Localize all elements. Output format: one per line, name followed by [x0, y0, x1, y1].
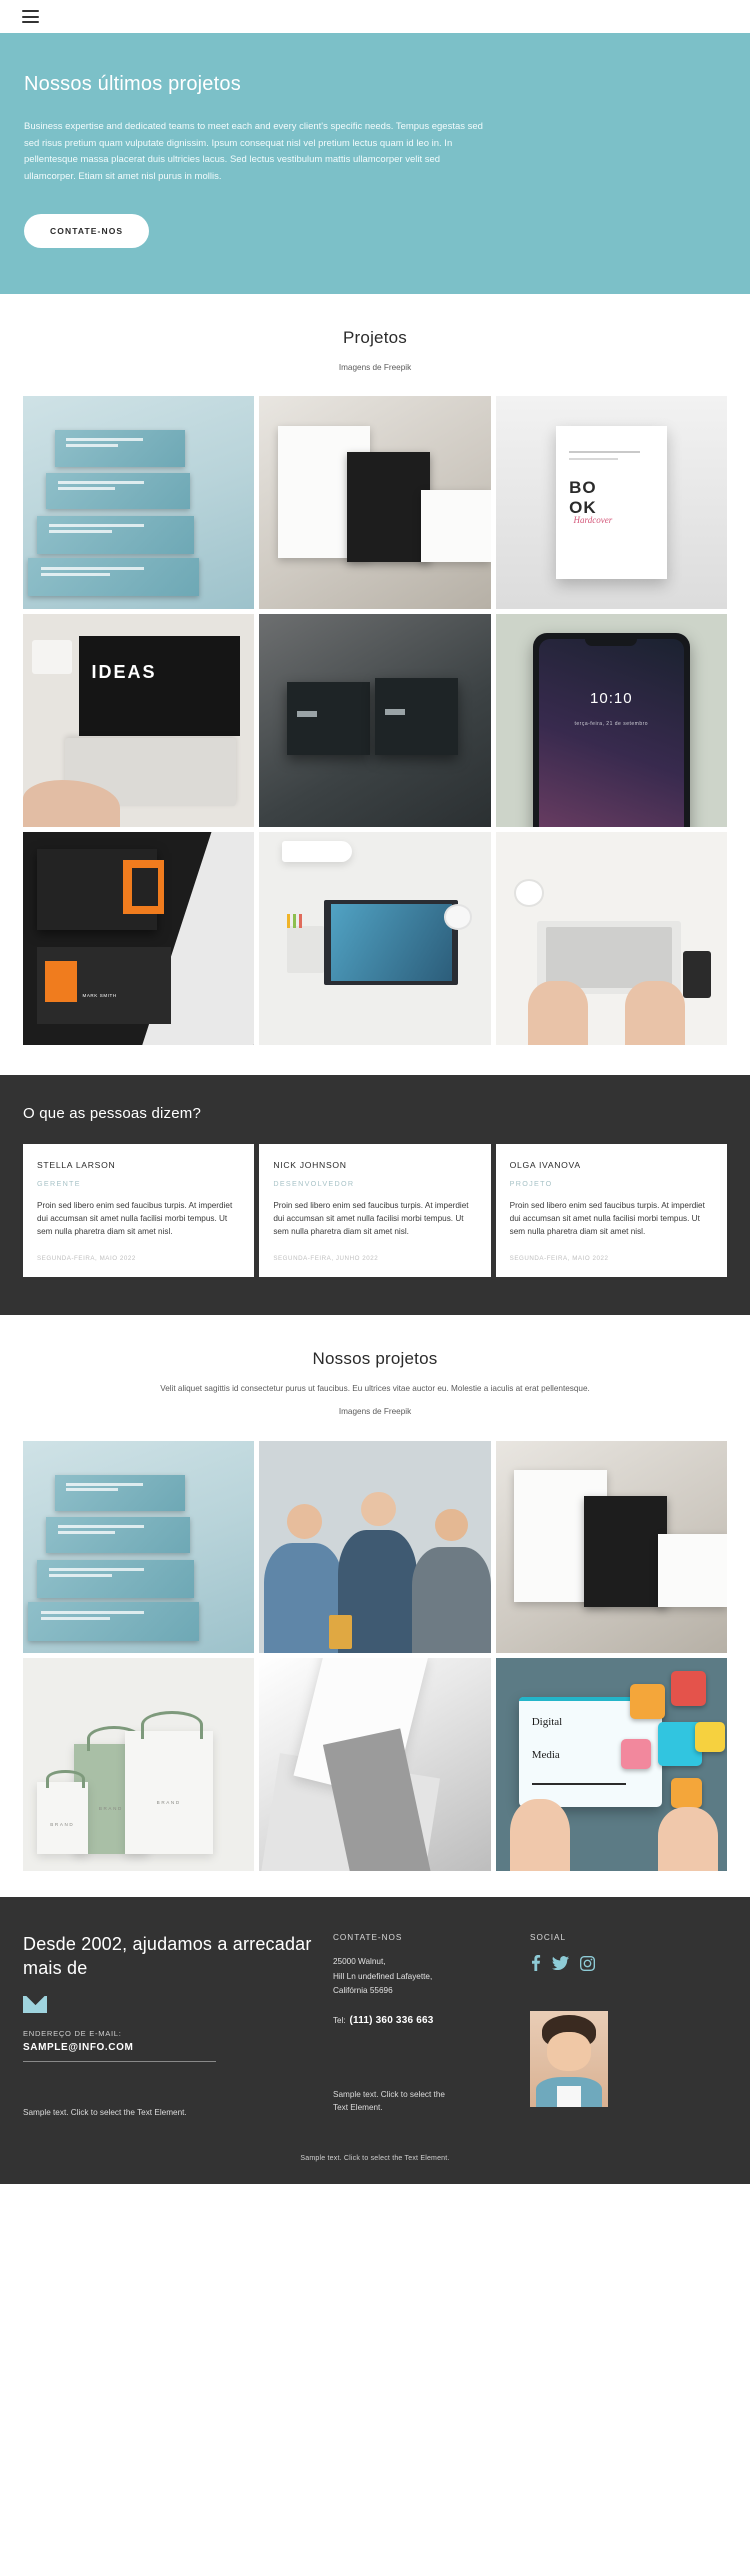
footer-address-line-1: 25000 Walnut,	[333, 1957, 386, 1967]
contact-us-button[interactable]: CONTATE-NOS	[24, 213, 150, 248]
footer-contact-column: CONTATE-NOS 25000 Walnut, Hill Ln undefi…	[333, 1933, 530, 2119]
testimonial-date: SEGUNDA-FEIRA, JUNHO 2022	[273, 1254, 379, 1262]
team-meeting-photo-art	[259, 1440, 491, 1654]
testimonials-list: STELLA LARSON GERENTE Proin sed libero e…	[23, 1143, 727, 1277]
hero-title: Nossos últimos projetos	[24, 73, 241, 95]
project-tile-smartphone-mockup[interactable]: 10:10 terça-feira, 21 de setembro	[495, 614, 727, 828]
projects-2-title: Nossos projetos	[312, 1348, 438, 1368]
digital-media-tablet-art: Digital Media	[495, 1658, 727, 1872]
page-root: Nossos últimos projetos Business experti…	[0, 0, 750, 2184]
testimonial-name: STELLA LARSON	[37, 1159, 116, 1170]
projects-section: Projetos Imagens de Freepik BO OK Hardco…	[0, 293, 750, 1045]
envelope-icon	[23, 1995, 47, 2013]
project2-tile-shopping-bags-mockup[interactable]: BRAND BRAND BRAND	[23, 1658, 255, 1872]
stacked-books-mockup-art	[23, 1440, 255, 1654]
shopping-bags-mockup-art: BRAND BRAND BRAND	[23, 1658, 255, 1872]
projects-credit: Imagens de Freepik	[338, 362, 412, 372]
testimonial-card: NICK JOHNSON DESENVOLVEDOR Proin sed lib…	[259, 1143, 491, 1277]
person-portrait-avatar	[530, 2011, 608, 2108]
testimonial-name: OLGA IVANOVA	[509, 1159, 581, 1170]
testimonial-date: SEGUNDA-FEIRA, MAIO 2022	[37, 1254, 136, 1262]
projects-2-subtitle: Velit aliquet sagittis id consectetur pu…	[160, 1383, 590, 1393]
project-tile-typing-on-laptop[interactable]	[495, 832, 727, 1045]
projects-2-credit: Imagens de Freepik	[338, 1406, 412, 1416]
testimonials-section: O que as pessoas dizem? STELLA LARSON GE…	[0, 1074, 750, 1315]
project-tile-orange-black-business-cards[interactable]: MARK SMITH	[23, 832, 255, 1045]
project-tile-stacked-books-mockup[interactable]	[23, 396, 255, 610]
testimonial-role: GERENTE	[37, 1178, 81, 1188]
black-white-business-cards-art	[259, 396, 491, 610]
testimonial-role: PROJETO	[509, 1178, 553, 1188]
desk-stationery-mockup-art	[259, 832, 491, 1045]
footer-tel-value: (111) 360 336 663	[349, 2015, 434, 2027]
footer-address-line-2: Hill Ln undefined Lafayette,	[333, 1971, 433, 1981]
footer-social-column: SOCIAL	[530, 1933, 727, 2119]
testimonial-role: DESENVOLVEDOR	[273, 1178, 355, 1188]
twitter-icon[interactable]	[552, 1956, 569, 1971]
footer-tel-label: Tel:	[333, 2016, 346, 2026]
footer-contact-title: CONTATE-NOS	[333, 1933, 403, 1943]
project2-tile-folded-paper-abstract[interactable]	[259, 1658, 491, 1872]
footer-brand-column: Desde 2002, ajudamos a arrecadar mais de…	[23, 1933, 333, 2119]
project2-tile-team-meeting-photo[interactable]	[259, 1440, 491, 1654]
footer-sample-text-left: Sample text. Click to select the Text El…	[23, 2107, 187, 2117]
hero-section: Nossos últimos projetos Business experti…	[0, 33, 750, 294]
footer-telephone[interactable]: Tel: (111) 360 336 663	[333, 2015, 530, 2026]
testimonial-quote: Proin sed libero enim sed faucibus turpi…	[273, 1200, 469, 1237]
testimonial-quote: Proin sed libero enim sed faucibus turpi…	[509, 1200, 705, 1237]
testimonial-name: NICK JOHNSON	[273, 1159, 347, 1170]
ideas-laptop-desk-art: IDEAS	[23, 614, 255, 828]
footer: Desde 2002, ajudamos a arrecadar mais de…	[0, 1897, 750, 2184]
footer-social-title: SOCIAL	[530, 1933, 567, 1943]
hamburger-menu-icon[interactable]	[22, 10, 39, 23]
projects-title: Projetos	[343, 327, 407, 347]
project-tile-black-white-business-cards[interactable]	[259, 396, 491, 610]
projects-section-2: Nossos projetos Velit aliquet sagittis i…	[0, 1314, 750, 1898]
facebook-icon[interactable]	[530, 1955, 541, 1972]
footer-sample-text-contact: Sample text. Click to select the Text El…	[333, 2090, 445, 2113]
projects-grid: BO OK Hardcover IDEAS 10:10 terça-feira,…	[0, 374, 750, 1045]
testimonial-quote: Proin sed libero enim sed faucibus turpi…	[37, 1200, 233, 1237]
footer-heading: Desde 2002, ajudamos a arrecadar mais de	[23, 1934, 312, 1978]
project-tile-desk-stationery-mockup[interactable]	[259, 832, 491, 1045]
dark-business-card-stack-art	[259, 614, 491, 828]
instagram-icon[interactable]	[580, 1955, 595, 1971]
testimonial-card: OLGA IVANOVA PROJETO Proin sed libero en…	[495, 1143, 727, 1277]
black-white-business-cards-art	[495, 1440, 727, 1654]
testimonials-title: O que as pessoas dizem?	[23, 1104, 202, 1122]
book-cover-mockup-art: BO OK Hardcover	[495, 396, 727, 610]
footer-email-value[interactable]: SAMPLE@INFO.COM	[23, 2042, 333, 2053]
testimonial-card: STELLA LARSON GERENTE Proin sed libero e…	[23, 1143, 255, 1277]
social-icons	[530, 1955, 727, 1972]
orange-black-business-cards-art: MARK SMITH	[23, 832, 255, 1045]
stacked-books-mockup-art	[23, 396, 255, 610]
footer-divider	[23, 2060, 216, 2062]
project-tile-ideas-laptop-desk[interactable]: IDEAS	[23, 614, 255, 828]
projects-2-grid: BRAND BRAND BRAND Digital Media	[0, 1419, 750, 1872]
footer-bottom-text: Sample text. Click to select the Text El…	[300, 2154, 450, 2162]
testimonial-date: SEGUNDA-FEIRA, MAIO 2022	[509, 1254, 609, 1262]
project2-tile-black-white-business-cards[interactable]	[495, 1440, 727, 1654]
hero-paragraph: Business expertise and dedicated teams t…	[24, 121, 483, 182]
typing-on-laptop-art	[495, 832, 727, 1045]
project2-tile-digital-media-tablet[interactable]: Digital Media	[495, 1658, 727, 1872]
footer-email-label: ENDEREÇO DE E-MAIL:	[23, 2028, 122, 2038]
top-bar	[0, 0, 750, 33]
project2-tile-stacked-books-mockup[interactable]	[23, 1440, 255, 1654]
folded-paper-abstract-art	[259, 1658, 491, 1872]
footer-address-line-3: Califórnia 55696	[333, 1985, 393, 1995]
smartphone-mockup-art: 10:10 terça-feira, 21 de setembro	[495, 614, 727, 828]
project-tile-book-cover-mockup[interactable]: BO OK Hardcover	[495, 396, 727, 610]
project-tile-dark-business-card-stack[interactable]	[259, 614, 491, 828]
